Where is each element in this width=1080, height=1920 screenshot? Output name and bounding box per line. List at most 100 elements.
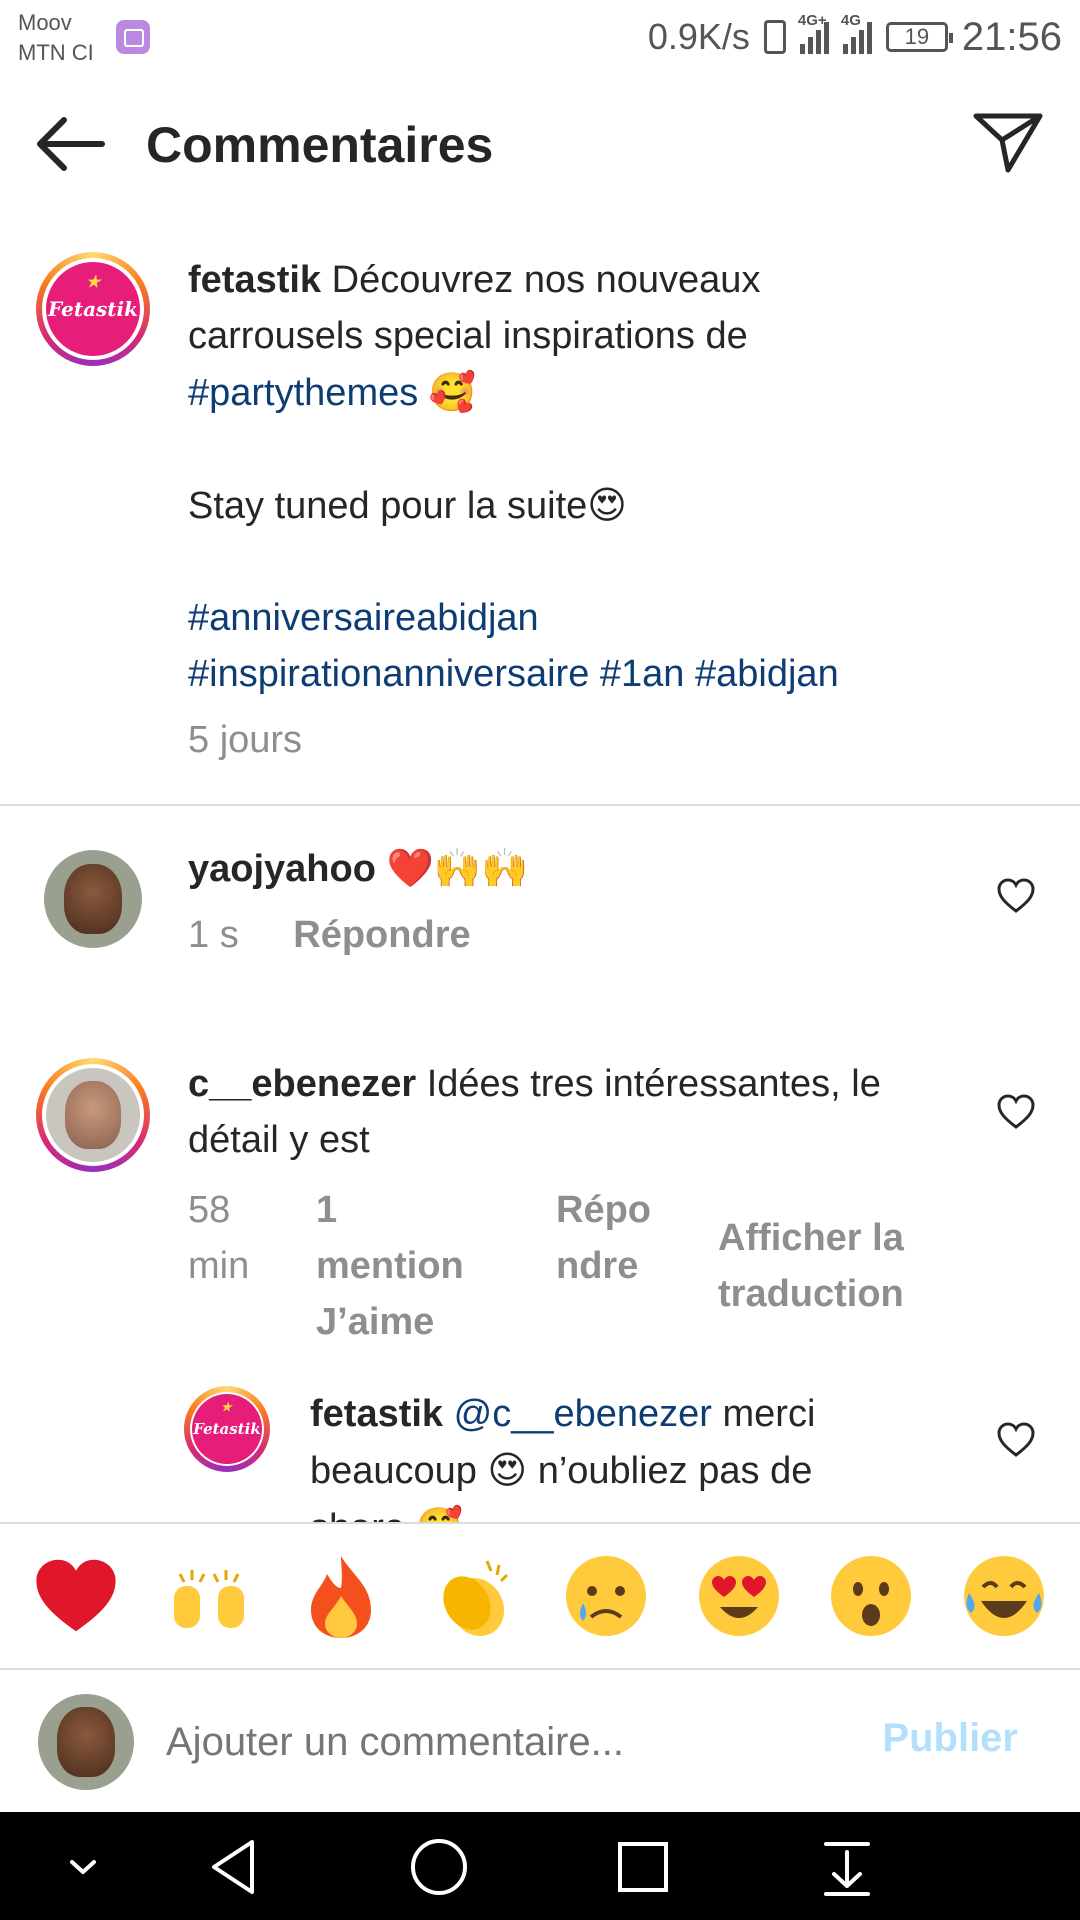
clock: 21:56	[961, 14, 1062, 59]
red-heart-icon	[36, 1559, 116, 1632]
signal-icon-1: 4G+	[798, 12, 829, 54]
crying-face-icon	[566, 1556, 647, 1636]
fire-emoji-button[interactable]	[291, 1546, 391, 1646]
top-bar: Commentaires	[0, 80, 1080, 210]
post-username[interactable]: fetastik	[188, 259, 321, 301]
reply-button[interactable]: Répo ndre	[556, 1182, 651, 1294]
raising-hands-emoji-button[interactable]	[159, 1546, 259, 1646]
comment-time: 58 min	[188, 1182, 249, 1294]
hashtag-inspirationanniversaire[interactable]: #inspirationanniversaire	[188, 653, 589, 695]
reply-text-2b: n’oubliez pas de	[537, 1450, 813, 1492]
page-title: Commentaires	[146, 117, 494, 173]
like-heart-icon[interactable]	[996, 1422, 1036, 1458]
current-user-avatar	[38, 1694, 134, 1790]
clapping-hands-icon	[443, 1560, 508, 1637]
carrier-1: Moov	[18, 10, 72, 35]
hide-nav-chevron-icon[interactable]	[48, 1834, 118, 1900]
divider	[0, 804, 1080, 806]
clapping-hands-emoji-button[interactable]	[424, 1546, 524, 1646]
signal-icon-2: 4G	[841, 12, 872, 54]
likes-label-2: J’aime	[316, 1301, 435, 1343]
time-value: 58	[188, 1189, 231, 1231]
like-heart-icon[interactable]	[996, 1094, 1036, 1130]
like-heart-icon[interactable]	[996, 878, 1036, 914]
network-type-2: 4G	[840, 12, 861, 29]
likes-number: 1	[316, 1189, 338, 1231]
mention-link[interactable]: @c__ebenezer	[454, 1393, 712, 1435]
fetastik-logo: ★ Fetastik	[192, 1394, 262, 1464]
heart-eyes-emoji: 😍	[587, 483, 627, 527]
yaojyahoo-avatar[interactable]	[44, 850, 142, 948]
post-time: 5 jours	[188, 719, 303, 761]
reply-comment: fetastik @c__ebenezer merci beaucoup 😍 n…	[310, 1386, 970, 1522]
translate-label-1: Afficher la	[718, 1217, 904, 1259]
tears-of-joy-emoji-button[interactable]	[954, 1546, 1054, 1646]
hashtag-partythemes[interactable]: #partythemes	[188, 372, 418, 414]
reply-text-3: share	[310, 1507, 405, 1522]
fire-icon	[311, 1556, 372, 1638]
reply-text-2a: beaucoup	[310, 1450, 477, 1492]
red-heart-emoji-button[interactable]	[26, 1546, 126, 1646]
notification-pulldown-icon[interactable]	[812, 1834, 882, 1900]
caption-line-1: Découvrez nos nouveaux	[331, 259, 761, 301]
raising-hands-icon	[173, 1570, 244, 1628]
reply-author-avatar[interactable]: ★ Fetastik	[184, 1386, 270, 1472]
c-ebenezer-avatar[interactable]	[36, 1058, 150, 1172]
comment-input[interactable]	[166, 1712, 846, 1772]
reply-button[interactable]: Répondre	[293, 914, 470, 956]
send-direct-icon[interactable]	[972, 110, 1044, 174]
emoji-quick-bar	[0, 1522, 1080, 1668]
comment-username[interactable]: yaojyahoo	[188, 848, 376, 890]
comment-text: Idées tres intéressantes, le	[426, 1063, 881, 1105]
smiling-hearts-emoji: 🥰	[428, 370, 477, 414]
likes-count[interactable]: 1 mention J’aime	[316, 1182, 464, 1350]
hashtag-abidjan[interactable]: #abidjan	[695, 653, 839, 695]
publish-button[interactable]: Publier	[882, 1716, 1018, 1761]
reply-label-1: Répo	[556, 1189, 651, 1231]
status-bar: Moov MTN CI 0.9K/s 4G+ 4G 19 21:56	[0, 0, 1080, 78]
carrier-info: Moov MTN CI	[18, 8, 94, 68]
heart-eyes-icon	[698, 1556, 779, 1636]
caption-line-3: Stay tuned pour la suite	[188, 485, 588, 527]
translate-label-2: traduction	[718, 1273, 904, 1315]
post-caption: fetastik Découvrez nos nouveaux carrouse…	[188, 252, 1048, 768]
reply-label-2: ndre	[556, 1245, 639, 1287]
carrier-2: MTN CI	[18, 40, 94, 65]
recents-square-icon[interactable]	[608, 1834, 678, 1900]
surprised-face-emoji-button[interactable]	[821, 1546, 921, 1646]
gallery-notification-icon	[116, 20, 150, 54]
comment-composer: Publier	[0, 1668, 1080, 1810]
post-author-avatar[interactable]: ★ Fetastik	[36, 252, 150, 366]
comment-time: 1 s	[188, 914, 239, 956]
comments-list[interactable]: ★ Fetastik fetastik Découvrez nos nouvea…	[0, 210, 1080, 1522]
comment-c-ebenezer: c__ebenezer Idées tres intéressantes, le…	[188, 1056, 968, 1168]
status-right: 0.9K/s 4G+ 4G 19 21:56	[648, 12, 1062, 62]
network-speed: 0.9K/s	[647, 16, 750, 57]
comment-text: ❤️🙌🙌	[386, 846, 529, 890]
hashtag-anniversaireabidjan[interactable]: #anniversaireabidjan	[188, 590, 1048, 646]
reply-text-1: merci	[722, 1393, 816, 1435]
back-arrow-icon[interactable]	[34, 112, 108, 176]
back-triangle-icon[interactable]	[200, 1834, 270, 1900]
surprised-face-icon	[831, 1556, 912, 1636]
network-type-1: 4G+	[797, 12, 827, 29]
system-nav-bar	[0, 1812, 1080, 1920]
heart-eyes-emoji-button[interactable]	[689, 1546, 789, 1646]
vibrate-icon	[763, 20, 786, 54]
comment-yaojyahoo: yaojyahoo ❤️🙌🙌 1 s Répondre	[188, 840, 948, 963]
comment-username[interactable]: c__ebenezer	[188, 1063, 416, 1105]
comment-text-2: détail y est	[188, 1119, 370, 1161]
translate-button[interactable]: Afficher la traduction	[718, 1210, 904, 1322]
heart-eyes-emoji: 😍	[487, 1448, 528, 1492]
logo-text: Fetastik	[193, 1420, 261, 1438]
crying-face-emoji-button[interactable]	[556, 1546, 656, 1646]
time-unit: min	[188, 1245, 250, 1287]
battery-icon: 19	[885, 22, 953, 52]
likes-label-1: mention	[316, 1245, 464, 1287]
caption-line-2: carrousels special inspirations de	[188, 315, 748, 357]
smiling-hearts-emoji: 🥰	[416, 1505, 463, 1522]
reply-username[interactable]: fetastik	[310, 1393, 443, 1435]
home-circle-icon[interactable]	[404, 1834, 474, 1900]
tears-of-joy-icon	[963, 1556, 1044, 1636]
hashtag-1an[interactable]: #1an	[600, 653, 685, 695]
